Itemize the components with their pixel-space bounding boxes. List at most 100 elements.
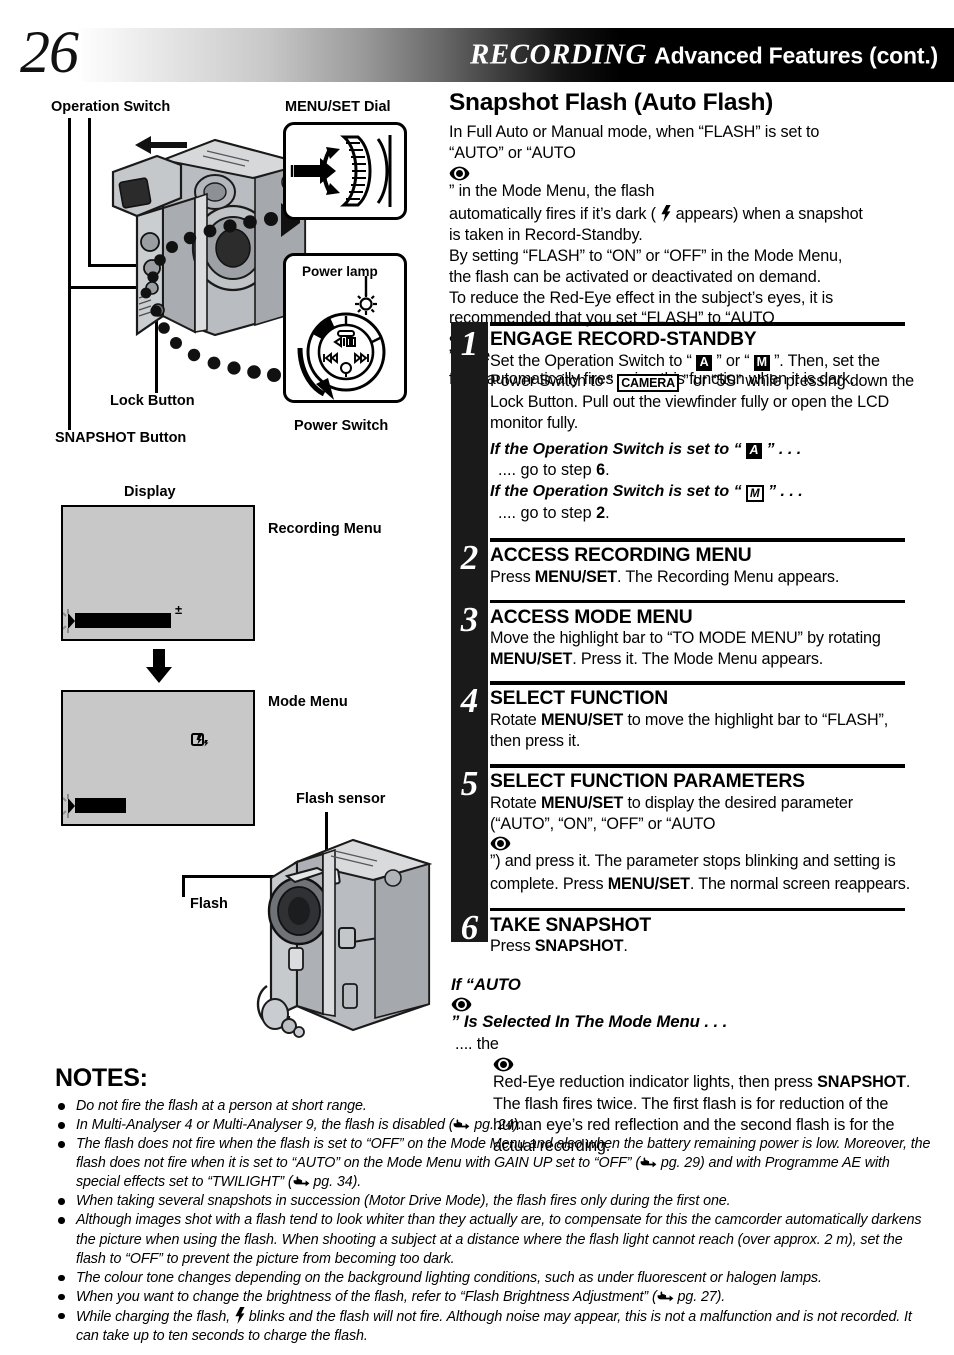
step-2-rule [490,538,905,542]
power-switch-dial-icon [297,276,386,400]
label-recording-menu: Recording Menu [268,521,382,537]
step-1-sub1-target: 6 [596,461,606,480]
blink-marker-icon-2 [63,794,75,818]
step-3-bold-menuset: MENU/SET [490,649,573,668]
section-title: Snapshot Flash (Auto Flash) [449,89,774,116]
blink-marker-icon [63,609,75,633]
menu-set-dial-callout [283,122,407,220]
recording-menu-plusminus-icon: ± [175,602,183,617]
page-header: 26 RECORDING Advanced Features (cont.) [0,22,954,82]
note-item: While charging the flash, blinks and the… [55,1306,935,1346]
if-auto-body-a: .... the [455,1034,499,1053]
step-1-sub2-b: ” . . . [763,483,803,501]
page-ref-hand-icon [640,1155,657,1168]
steps-list: 1 ENGAGE RECORD-STANDBY Set the Operatio… [449,322,919,1157]
page-number: 26 [20,19,79,85]
flash-bolt-icon [660,204,671,222]
dotted-pointer-lower [150,305,300,393]
flash-menu-icon [191,733,209,747]
step-2: 2 ACCESS RECORDING MENU Press MENU/SET. … [449,538,919,591]
note-item: The colour tone changes depending on the… [55,1269,935,1288]
page-ref-hand-icon [293,1174,310,1187]
page-ref-hand-icon [657,1289,674,1302]
note-item: When taking several snapshots in success… [55,1192,935,1211]
if-auto-head-a: If “AUTO [451,974,521,994]
step-2-body-a: Press [490,567,535,586]
step-4-body-a: Rotate [490,711,541,730]
flash-bolt-icon-note [234,1306,245,1324]
label-flash-sensor: Flash sensor [296,791,386,807]
step-3-body-a: Move the highlight bar to “TO MODE MENU”… [490,629,881,648]
step-4-body: Rotate MENU/SET to move the highlight ba… [490,710,919,751]
step-1-sub1-line: .... go to step 6. [498,461,610,480]
step-5: 5 SELECT FUNCTION PARAMETERS Rotate MENU… [449,764,919,898]
step-1-sub2-text: .... go to step [498,504,597,523]
red-eye-icon-4 [451,997,919,1012]
step-1-sub1-text: .... go to step [498,461,597,480]
notes-section: NOTES: Do not fire the flash at a person… [55,1064,935,1346]
step-5-rule [490,764,905,768]
step-1-number: 1 [460,324,479,363]
intro-line-3a: automatically fires if it’s dark ( [449,204,661,223]
label-flash: Flash [190,896,228,912]
note-item: When you want to change the brightness o… [55,1288,935,1307]
leader-flash-v [182,875,185,897]
note-item: Although images shot with a flash tend t… [55,1211,935,1268]
label-snapshot-button: SNAPSHOT Button [55,430,187,446]
dotted-pointer-upper [140,203,300,299]
step-1-sub1-a: If the Operation Switch is set to “ [490,440,747,458]
mode-menu-highlight-bar [75,798,126,813]
intro-line-1: In Full Auto or Manual mode, when “FLASH… [449,122,820,141]
step-1-heading: ENGAGE RECORD-STANDBY [490,329,757,350]
leader-operation-switch [88,118,91,266]
step-1-sub2-heading: If the Operation Switch is set to “ M ” … [490,482,919,503]
step-6-body-a: Press [490,937,535,956]
step-6-number: 6 [460,907,479,947]
notes-list: Do not fire the flash at a person at sho… [55,1097,935,1346]
mode-a-icon: A [696,354,713,371]
page-title: RECORDING Advanced Features (cont.) [469,38,938,71]
illustration-column: Operation Switch MENU/SET Dial Lock Butt… [0,90,440,1060]
camcorder-flash-icon [256,838,433,1038]
step-1-sub2-target: 2 [596,504,606,523]
step-3-body: Move the highlight bar to “TO MODE MENU”… [490,628,919,669]
step-6-rule [490,907,905,912]
step-3-heading: ACCESS MODE MENU [490,606,693,628]
camera-mode-icon: CAMERA [617,374,679,393]
step-5-bold-menuset-2: MENU/SET [607,874,690,893]
step-4-number: 4 [460,681,479,721]
label-mode-menu: Mode Menu [268,694,348,710]
power-switch-callout: Power lamp [283,253,407,403]
step-2-body: Press MENU/SET. The Recording Menu appea… [490,567,919,588]
step-2-number: 2 [460,538,479,578]
step-1-body-b: ” or “ [712,351,754,370]
step-5-bold-menuset-1: MENU/SET [540,794,624,813]
intro-line-4: is taken in Record-Standby. [449,225,643,244]
step-6-bold-snapshot: SNAPSHOT [534,937,624,956]
note-item: In Multi-Analyser 4 or Multi-Analyser 9,… [55,1116,935,1135]
red-eye-icon-3 [490,836,919,851]
intro-line-5: By setting “FLASH” to “ON” or “OFF” in t… [449,246,843,265]
step-5-number: 5 [460,764,479,804]
intro-line-7: To reduce the Red-Eye effect in the subj… [449,288,834,307]
label-power-switch: Power Switch [294,418,389,434]
page-title-main: RECORDING [469,38,647,71]
label-menu-set-dial: MENU/SET Dial [285,99,391,115]
step-3-body-b: . Press it. The Mode Menu appears. [572,649,824,668]
recording-menu-display: ± [61,505,255,641]
step-1-body-a: Set the Operation Switch to “ [490,351,697,370]
step-5-body: Rotate MENU/SET to display the desired p… [490,793,919,895]
intro-line-2a: “AUTO” or “AUTO [449,143,576,162]
step-5-body-a: Rotate [490,794,541,813]
step-1-sub2-a: If the Operation Switch is set to “ [490,483,747,501]
mode-m-icon-2: M [746,485,764,503]
step-4: 4 SELECT FUNCTION Rotate MENU/SET to mov… [449,681,919,755]
step-6-body-b: . [623,937,628,956]
step-1: 1 ENGAGE RECORD-STANDBY Set the Operatio… [449,322,919,530]
step-4-bold-menuset: MENU/SET [540,711,624,730]
intro-line-6: the flash can be activated or deactivate… [449,267,821,286]
step-3-number: 3 [460,599,479,639]
step-6-body: Press SNAPSHOT. [490,936,919,957]
label-operation-switch: Operation Switch [51,99,171,115]
mode-a-icon-2: A [746,442,763,459]
